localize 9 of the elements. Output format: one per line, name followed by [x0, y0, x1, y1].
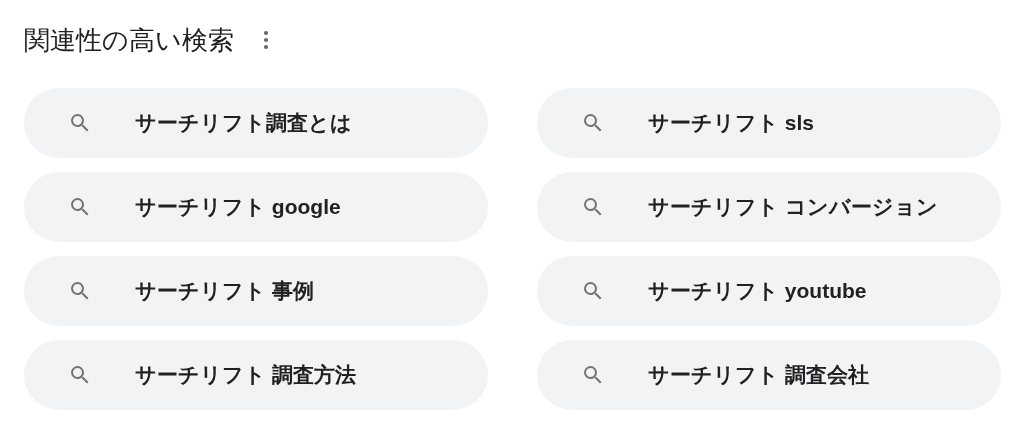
suggestion-chip[interactable]: サーチリフト調査とは [24, 88, 488, 158]
section-heading: 関連性の高い検索 [24, 24, 234, 57]
suggestion-chip[interactable]: サーチリフト google [24, 172, 488, 242]
suggestion-chip[interactable]: サーチリフト 調査会社 [537, 340, 1001, 410]
suggestion-chip[interactable]: サーチリフト youtube [537, 256, 1001, 326]
suggestion-chip[interactable]: サーチリフト sls [537, 88, 1001, 158]
suggestion-chip[interactable]: サーチリフト 事例 [24, 256, 488, 326]
suggestion-chip[interactable]: サーチリフト コンバージョン [537, 172, 1001, 242]
suggestion-chip[interactable]: サーチリフト 調査方法 [24, 340, 488, 410]
